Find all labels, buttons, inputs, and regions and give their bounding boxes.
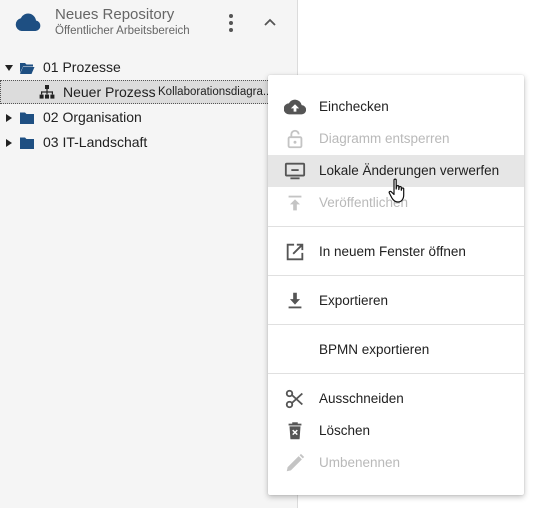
context-menu: Einchecken Diagramm entsperren Lokale Än… <box>268 75 524 495</box>
menu-item-loeschen[interactable]: Löschen <box>268 415 524 447</box>
cloud-upload-icon <box>284 99 306 115</box>
menu-divider <box>268 226 524 227</box>
tree-item-label: Neuer Prozess <box>63 84 156 100</box>
sitemap-icon <box>39 85 55 99</box>
chevron-up-icon[interactable] <box>262 14 278 30</box>
menu-item-label: Exportieren <box>319 293 389 308</box>
repository-panel: Neues Repository Öffentlicher Arbeitsber… <box>0 0 298 508</box>
tree-item-label: 03 IT-Landschaft <box>43 134 148 150</box>
monitor-minus-icon <box>284 162 306 180</box>
folder-icon <box>20 112 34 124</box>
menu-item-label: Ausschneiden <box>319 391 404 406</box>
publish-icon <box>288 195 302 211</box>
menu-item-umbenennen[interactable]: Umbenennen <box>268 447 524 479</box>
menu-item-ausschneiden[interactable]: Ausschneiden <box>268 383 524 415</box>
menu-item-exportieren[interactable]: Exportieren <box>268 285 524 317</box>
trash-icon <box>288 422 302 440</box>
tree-item-neuer-prozess[interactable]: Neuer Prozess Kollaborationsdiagra... <box>0 80 298 104</box>
repository-header[interactable]: Neues Repository Öffentlicher Arbeitsber… <box>0 0 298 48</box>
caret-down-icon[interactable] <box>4 63 14 73</box>
scissors-icon <box>285 389 303 409</box>
caret-right-icon[interactable] <box>4 113 14 123</box>
more-options-icon[interactable] <box>224 12 238 34</box>
caret-right-icon[interactable] <box>4 138 14 148</box>
pencil-icon <box>286 453 305 472</box>
menu-item-label: BPMN exportieren <box>319 342 430 357</box>
folder-icon <box>20 137 34 149</box>
menu-item-bpmn-exportieren[interactable]: BPMN exportieren <box>268 334 524 366</box>
hand-cursor-icon <box>388 178 405 203</box>
open-in-new-icon <box>286 243 304 261</box>
tree-item-01-prozesse[interactable]: 01 Prozesse <box>0 56 298 80</box>
folder-open-icon <box>20 63 35 74</box>
tree-item-label: 02 Organisation <box>43 109 142 125</box>
menu-item-label: Lokale Änderungen verwerfen <box>319 163 500 178</box>
menu-item-label: Umbenennen <box>319 455 401 470</box>
diagram-type-label: Kollaborationsdiagra... <box>158 86 273 98</box>
menu-item-label: In neuem Fenster öffnen <box>319 244 466 259</box>
menu-item-in-neuem-fenster-oeffnen[interactable]: In neuem Fenster öffnen <box>268 236 524 268</box>
repository-subtitle: Öffentlicher Arbeitsbereich <box>55 25 190 37</box>
cloud-icon <box>15 13 41 32</box>
tree-item-02-organisation[interactable]: 02 Organisation <box>0 106 298 130</box>
menu-divider <box>268 373 524 374</box>
menu-divider <box>268 324 524 325</box>
tree-item-03-it-landschaft[interactable]: 03 IT-Landschaft <box>0 131 298 155</box>
menu-divider <box>268 275 524 276</box>
menu-item-label: Einchecken <box>319 99 389 114</box>
menu-item-label: Diagramm entsperren <box>319 131 450 146</box>
menu-item-label: Löschen <box>319 423 371 438</box>
menu-item-diagramm-entsperren[interactable]: Diagramm entsperren <box>268 123 524 155</box>
repository-title: Neues Repository <box>55 6 175 23</box>
menu-item-einchecken[interactable]: Einchecken <box>268 91 524 123</box>
tree-item-label: 01 Prozesse <box>43 59 121 75</box>
download-icon <box>288 292 302 309</box>
lock-open-icon <box>287 129 303 149</box>
